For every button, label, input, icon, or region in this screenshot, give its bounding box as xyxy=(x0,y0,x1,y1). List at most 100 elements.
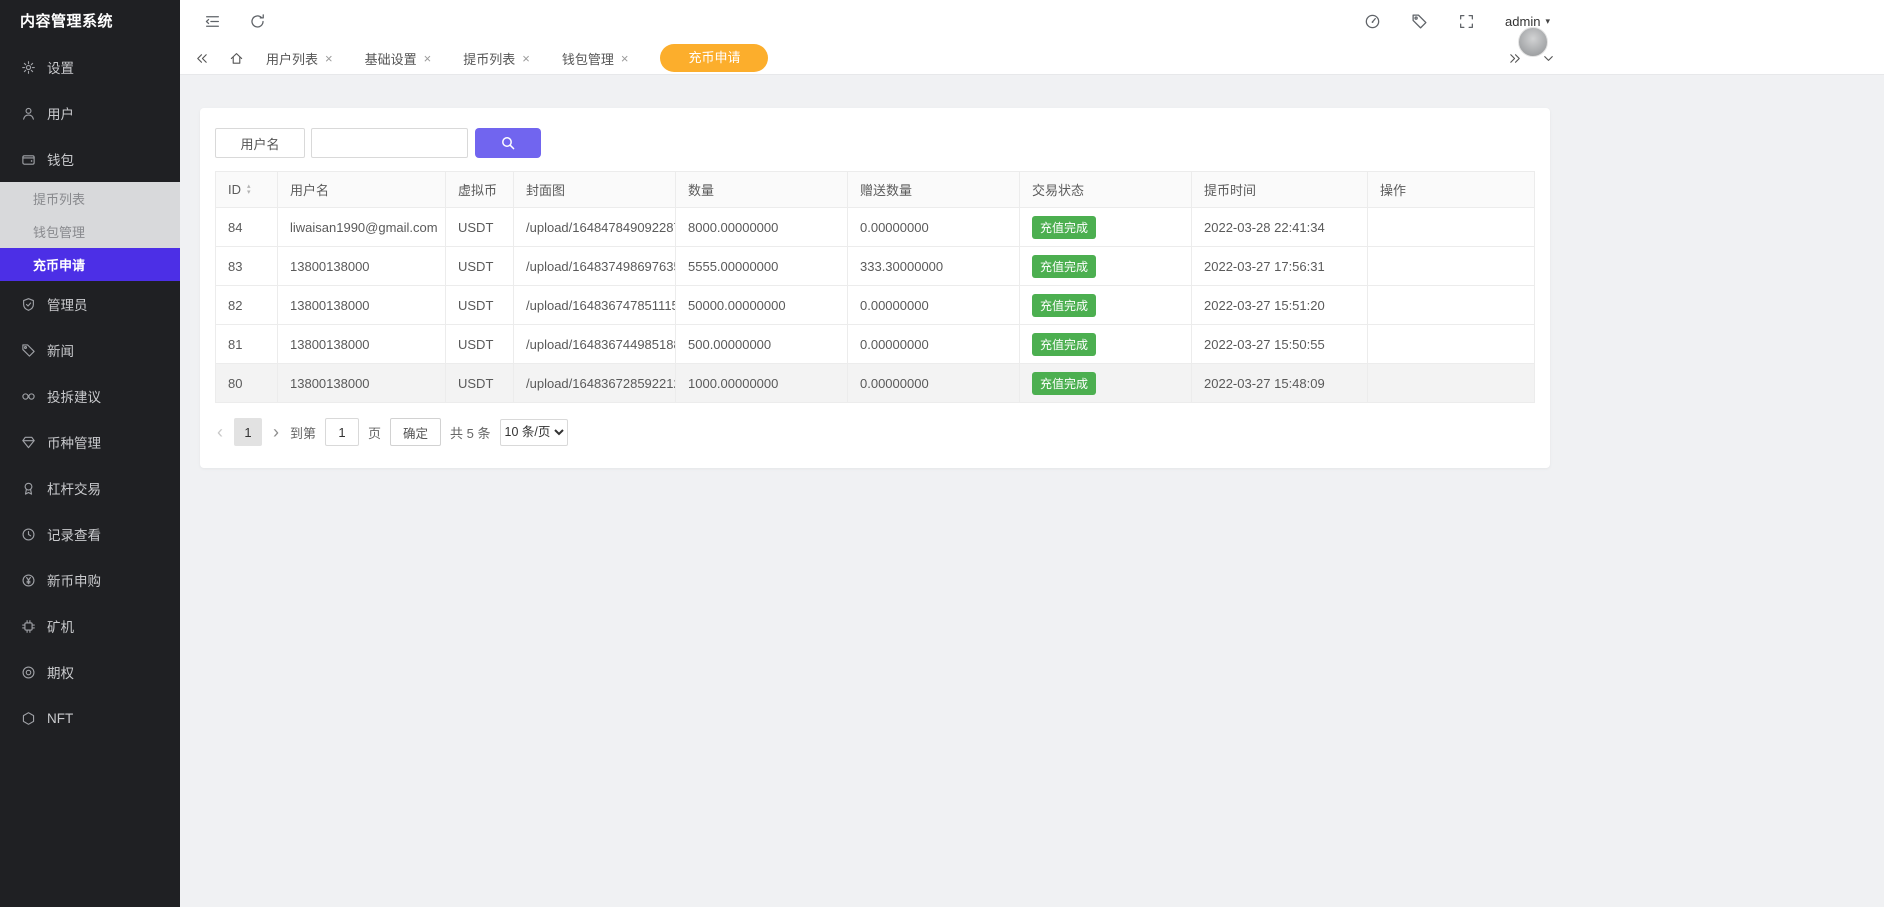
status-badge: 充值完成 xyxy=(1032,294,1096,317)
shield-icon xyxy=(21,297,36,312)
total-count: 共 5 条 xyxy=(450,423,490,442)
sidebar-item-leverage-trade[interactable]: 杠杆交易 xyxy=(0,465,180,511)
sidebar-item-label: 钱包 xyxy=(47,149,74,169)
sidebar-subitem-withdraw-list[interactable]: 提币列表 xyxy=(0,182,180,215)
refresh-icon[interactable] xyxy=(249,13,266,30)
home-tab-icon[interactable] xyxy=(229,51,244,66)
cell-status: 充值完成 xyxy=(1020,208,1192,247)
cell-actions xyxy=(1368,325,1535,364)
sidebar-item-label: 矿机 xyxy=(47,616,74,636)
column-header-time: 提币时间 xyxy=(1192,172,1368,208)
table-row: 82 13800138000 USDT /upload/164836747851… xyxy=(216,286,1535,325)
sidebar-item-admins[interactable]: 管理员 xyxy=(0,281,180,327)
sidebar-item-users[interactable]: 用户 xyxy=(0,90,180,136)
cell-actions xyxy=(1368,286,1535,325)
cell-actions xyxy=(1368,247,1535,286)
scroll-tabs-left-icon[interactable] xyxy=(194,51,209,66)
cell-bonus: 0.00000000 xyxy=(848,325,1020,364)
close-icon[interactable]: × xyxy=(325,51,333,66)
column-header-username: 用户名 xyxy=(278,172,446,208)
table-row: 81 13800138000 USDT /upload/164836744985… xyxy=(216,325,1535,364)
page-number-current[interactable]: 1 xyxy=(234,418,262,446)
sidebar-subitem-recharge-apply[interactable]: 充币申请 xyxy=(0,248,180,281)
sidebar-item-settings[interactable]: 设置 xyxy=(0,44,180,90)
cell-bonus: 0.00000000 xyxy=(848,286,1020,325)
wallet-submenu: 提币列表 钱包管理 充币申请 xyxy=(0,182,180,281)
goto-label-prefix: 到第 xyxy=(290,423,316,442)
cell-cover: /upload/1648367449851889... xyxy=(514,325,676,364)
cell-status: 充值完成 xyxy=(1020,325,1192,364)
column-header-id[interactable]: ID ▴▾ xyxy=(216,172,278,208)
next-page-icon[interactable]: › xyxy=(271,423,281,441)
tag-icon xyxy=(21,343,36,358)
cell-time: 2022-03-27 15:51:20 xyxy=(1192,286,1368,325)
sidebar-subitem-wallet-manage[interactable]: 钱包管理 xyxy=(0,215,180,248)
coin-icon xyxy=(21,573,36,588)
goto-page-input[interactable] xyxy=(325,418,359,446)
column-header-cover: 封面图 xyxy=(514,172,676,208)
sidebar-item-new-coin[interactable]: 新币申购 xyxy=(0,557,180,603)
fullscreen-icon[interactable] xyxy=(1458,13,1475,30)
sidebar-item-feedback[interactable]: 投拆建议 xyxy=(0,373,180,419)
sidebar-toggle-icon[interactable] xyxy=(204,13,221,30)
confirm-button[interactable]: 确定 xyxy=(390,418,441,446)
tab-recharge-apply[interactable]: 充币申请 xyxy=(660,44,768,72)
sidebar-item-label: NFT xyxy=(47,711,73,726)
cell-status: 充值完成 xyxy=(1020,247,1192,286)
cell-id: 84 xyxy=(216,208,278,247)
avatar[interactable] xyxy=(1518,27,1548,57)
tab-withdraw-list[interactable]: 提币列表 × xyxy=(463,49,530,68)
search-button[interactable] xyxy=(475,128,541,158)
content-area: 用户名 ID xyxy=(180,75,1884,907)
cell-bonus: 0.00000000 xyxy=(848,364,1020,403)
cell-time: 2022-03-27 15:48:09 xyxy=(1192,364,1368,403)
gauge-icon[interactable] xyxy=(1364,13,1381,30)
status-badge: 充值完成 xyxy=(1032,333,1096,356)
user-menu[interactable]: admin ▾ xyxy=(1505,14,1550,29)
prev-page-icon[interactable]: ‹ xyxy=(215,423,225,441)
cell-bonus: 333.30000000 xyxy=(848,247,1020,286)
search-toolbar: 用户名 xyxy=(215,128,1535,158)
column-header-status: 交易状态 xyxy=(1020,172,1192,208)
search-input[interactable] xyxy=(311,128,468,158)
sidebar-item-currency-manage[interactable]: 币种管理 xyxy=(0,419,180,465)
column-header-bonus: 赠送数量 xyxy=(848,172,1020,208)
sidebar-item-news[interactable]: 新闻 xyxy=(0,327,180,373)
sidebar-item-options[interactable]: 期权 xyxy=(0,649,180,695)
column-header-amount: 数量 xyxy=(676,172,848,208)
pagination: ‹ 1 › 到第 页 确定 共 5 条 10 条/页 xyxy=(215,418,1535,446)
sidebar-item-nft[interactable]: NFT xyxy=(0,695,180,741)
tag-icon[interactable] xyxy=(1411,13,1428,30)
tab-bar: 用户列表 × 基础设置 × 提币列表 × 钱包管理 × 充币申请 xyxy=(180,42,1884,75)
sidebar-item-label: 用户 xyxy=(47,103,74,123)
goto-label-suffix: 页 xyxy=(368,423,381,442)
sidebar-item-label: 币种管理 xyxy=(47,432,101,452)
field-select-button[interactable]: 用户名 xyxy=(215,128,305,158)
cell-coin: USDT xyxy=(446,325,514,364)
cell-username: 13800138000 xyxy=(278,364,446,403)
sort-icon[interactable]: ▴▾ xyxy=(247,184,251,196)
sidebar-item-wallet[interactable]: 钱包 xyxy=(0,136,180,182)
sidebar-item-label: 杠杆交易 xyxy=(47,478,101,498)
sidebar-item-mining[interactable]: 矿机 xyxy=(0,603,180,649)
scroll-tabs-right-icon[interactable] xyxy=(1508,51,1523,66)
tab-user-list[interactable]: 用户列表 × xyxy=(266,49,333,68)
medal-icon xyxy=(21,481,36,496)
page-size-select[interactable]: 10 条/页 xyxy=(500,419,568,446)
close-icon[interactable]: × xyxy=(424,51,432,66)
main-area: admin ▾ 用户列表 × 基础设置 × 提币列表 × xyxy=(180,0,1884,907)
tab-base-settings[interactable]: 基础设置 × xyxy=(365,49,432,68)
sidebar-item-label: 期权 xyxy=(47,662,74,682)
sidebar-item-records[interactable]: 记录查看 xyxy=(0,511,180,557)
cell-cover: /upload/1648367285922126... xyxy=(514,364,676,403)
tab-wallet-manage[interactable]: 钱包管理 × xyxy=(562,49,629,68)
close-icon[interactable]: × xyxy=(522,51,530,66)
status-badge: 充值完成 xyxy=(1032,372,1096,395)
cell-status: 充值完成 xyxy=(1020,364,1192,403)
status-badge: 充值完成 xyxy=(1032,255,1096,278)
cell-id: 83 xyxy=(216,247,278,286)
close-icon[interactable]: × xyxy=(621,51,629,66)
search-icon xyxy=(500,135,516,151)
clock-icon xyxy=(21,527,36,542)
column-header-coin: 虚拟币 xyxy=(446,172,514,208)
